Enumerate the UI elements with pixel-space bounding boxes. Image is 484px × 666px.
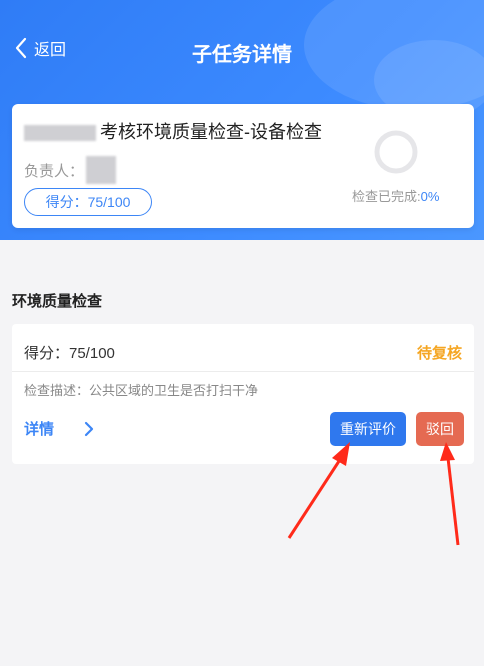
score-badge: 得分：75/100 bbox=[24, 188, 152, 216]
check-item-card: 得分：75/100 待复核 检查描述：公共区域的卫生是否打扫干净 详情 重新评价… bbox=[12, 324, 474, 464]
redacted-name bbox=[86, 156, 117, 184]
task-title-text: 考核环境质量检查-设备检查 bbox=[100, 122, 322, 142]
chevron-right-icon bbox=[84, 421, 94, 436]
item-score: 得分：75/100 bbox=[24, 345, 115, 362]
divider bbox=[12, 371, 474, 372]
reject-button[interactable]: 驳回 bbox=[416, 412, 464, 446]
progress-label: 检查已完成: bbox=[352, 189, 421, 204]
responsible-label: 负责人： bbox=[24, 162, 85, 180]
reevaluate-button[interactable]: 重新评价 bbox=[330, 412, 406, 446]
status-badge: 待复核 bbox=[416, 345, 462, 362]
detail-link[interactable]: 详情 bbox=[24, 418, 94, 439]
redacted-title-prefix bbox=[24, 125, 96, 142]
task-title: 考核环境质量检查-设备检查 bbox=[24, 118, 322, 144]
task-summary-card: 考核环境质量检查-设备检查 负责人： 得分：75/100 检查已完成:0% bbox=[12, 104, 474, 228]
progress-ring-icon bbox=[374, 130, 418, 174]
detail-label: 详情 bbox=[24, 421, 55, 438]
page-title: 子任务详情 bbox=[192, 44, 292, 66]
progress-value: 0% bbox=[420, 189, 440, 204]
nav-bar: 返回 子任务详情 bbox=[0, 0, 484, 100]
progress-text: 检查已完成:0% bbox=[352, 186, 439, 205]
item-description: 检查描述：公共区域的卫生是否打扫干净 bbox=[24, 383, 259, 398]
responsible-person: 负责人： bbox=[24, 156, 117, 184]
section-title: 环境质量检查 bbox=[12, 293, 103, 310]
